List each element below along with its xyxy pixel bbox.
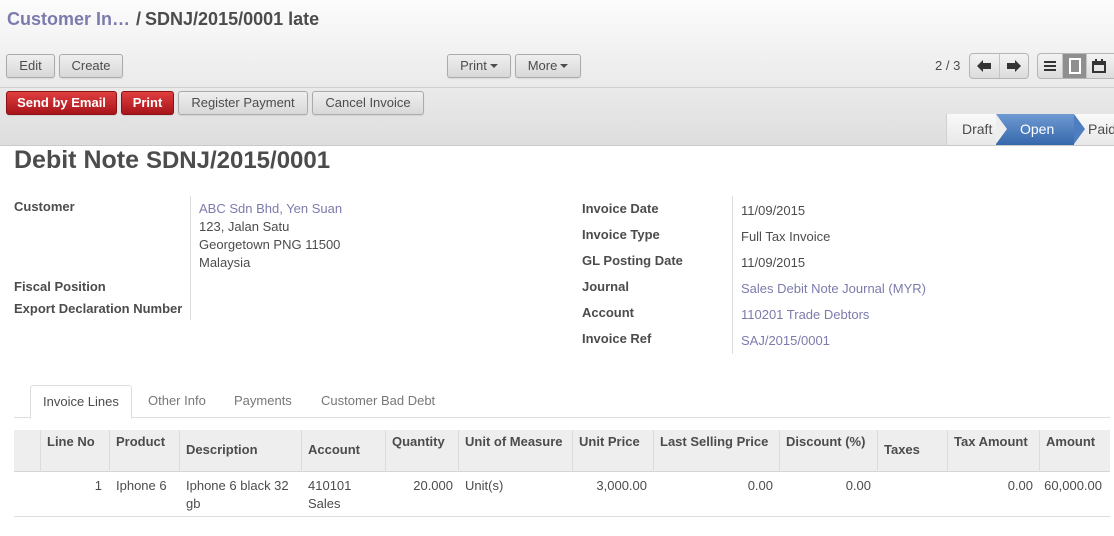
page-title: Debit Note SDNJ/2015/0001 [14,146,330,175]
breadcrumb-separator: / [136,9,142,29]
status-bar: Draft Open Paid [946,114,1114,146]
row-divider [14,516,1110,517]
invoice-lines-header: Line No Product Description Account Quan… [14,430,1110,472]
cell-line-no: 1 [94,478,102,493]
stage-open[interactable]: Open [996,114,1085,145]
register-payment-button[interactable]: Register Payment [178,91,308,115]
calendar-icon [1091,59,1106,73]
invoice-date-label: Invoice Date [582,201,659,216]
print-dropdown-label: Print [460,58,487,73]
arrow-left-icon [977,60,992,72]
column-header-line-no[interactable]: Line No [40,430,110,472]
column-header-amount[interactable]: Amount [1039,430,1110,472]
customer-address-line: 123, Jalan Satu [199,219,290,234]
journal-link[interactable]: Sales Debit Note Journal (MYR) [741,281,926,296]
cell-discount: 0.00 [845,478,871,493]
caret-down-icon [489,63,498,68]
pager-previous-button[interactable] [970,54,999,78]
stage-open-label: Open [1020,121,1055,137]
cell-last-selling-price: 0.00 [747,478,773,493]
column-header-tax-amount[interactable]: Tax Amount [947,430,1040,472]
invoice-date-value: 11/09/2015 [741,203,806,218]
more-dropdown-button[interactable]: More [515,54,581,78]
stage-arrow [1074,114,1085,144]
cell-quantity: 20.000 [413,478,453,493]
customer-label: Customer [14,199,75,214]
cell-unit-price: 3,000.00 [596,478,647,493]
breadcrumb-current: SDNJ/2015/0001 late [145,9,320,29]
customer-address-line: Malaysia [199,255,251,270]
pager-next-button[interactable] [998,54,1028,78]
column-header-product[interactable]: Product [109,430,180,472]
column-header-description[interactable]: Description [179,430,302,472]
caret-down-icon [560,63,569,68]
view-list-button[interactable] [1038,54,1062,78]
tab-customer-bad-debt[interactable]: Customer Bad Debt [309,385,447,418]
stage-paid-label: Paid [1088,121,1114,137]
cell-account: Sales [308,496,341,511]
tab-other-info[interactable]: Other Info [136,385,218,418]
column-header-unit-of-measure[interactable]: Unit of Measure [458,430,573,472]
pager-buttons [969,53,1029,79]
create-button[interactable]: Create [59,54,123,78]
document-type: Debit Note [14,146,139,174]
print-dropdown-button[interactable]: Print [447,54,511,78]
column-header-taxes[interactable]: Taxes [877,430,948,472]
cell-unit-of-measure: Unit(s) [465,478,504,493]
stage-arrow [996,114,1007,144]
breadcrumb-parent-link[interactable]: Customer In… [7,9,130,29]
field-divider [190,196,191,320]
edit-button[interactable]: Edit [6,54,55,78]
column-header-unit-price[interactable]: Unit Price [572,430,654,472]
print-button[interactable]: Print [121,91,174,115]
form-icon [1068,58,1081,74]
export-declaration-label: Export Declaration Number [14,301,183,316]
customer-address-line: Georgetown PNG 11500 [199,237,341,252]
arrow-right-icon [1006,60,1021,72]
cell-description: gb [186,496,201,511]
column-header-discount[interactable]: Discount (%) [779,430,878,472]
more-dropdown-label: More [527,58,558,73]
field-divider [732,196,733,354]
fiscal-position-label: Fiscal Position [14,279,106,294]
invoice-ref-label: Invoice Ref [582,331,652,346]
gl-posting-date-value: 11/09/2015 [741,255,806,270]
tab-payments[interactable]: Payments [222,385,304,418]
notebook-tabs: Invoice Lines Other Info Payments Custom… [14,385,1110,419]
tab-invoice-lines[interactable]: Invoice Lines [30,385,132,419]
customer-link[interactable]: ABC Sdn Bhd, Yen Suan [199,201,342,216]
view-switcher [1037,53,1114,79]
column-header-last-selling-price[interactable]: Last Selling Price [653,430,780,472]
list-icon [1044,61,1056,71]
stage-draft[interactable]: Draft [946,114,996,145]
cell-description: Iphone 6 black 32 [186,478,289,493]
document-number: SDNJ/2015/0001 [145,147,331,174]
view-calendar-button[interactable] [1086,54,1110,78]
view-form-button[interactable] [1062,54,1086,78]
invoice-ref-link[interactable]: SAJ/2015/0001 [741,333,830,348]
cancel-invoice-button[interactable]: Cancel Invoice [312,91,424,115]
pager-value: 2 / 3 [935,58,961,73]
column-header-quantity[interactable]: Quantity [385,430,459,472]
invoice-type-value: Full Tax Invoice [741,229,831,244]
journal-label: Journal [582,279,629,294]
gl-posting-date-label: GL Posting Date [582,253,683,268]
account-link[interactable]: 110201 Trade Debtors [741,307,869,322]
stage-draft-label: Draft [962,121,993,137]
send-by-email-button[interactable]: Send by Email [6,91,117,115]
invoice-type-label: Invoice Type [582,227,660,242]
breadcrumb: Customer In… / SDNJ/2015/0001 late [7,9,319,30]
account-label: Account [582,305,634,320]
toolbar-divider [0,87,1114,88]
cell-product: Iphone 6 [116,478,167,493]
cell-account: 410101 [308,478,352,493]
column-header-account[interactable]: Account [301,430,386,472]
cell-tax-amount: 0.00 [1007,478,1033,493]
cell-amount: 60,000.00 [1044,478,1102,493]
